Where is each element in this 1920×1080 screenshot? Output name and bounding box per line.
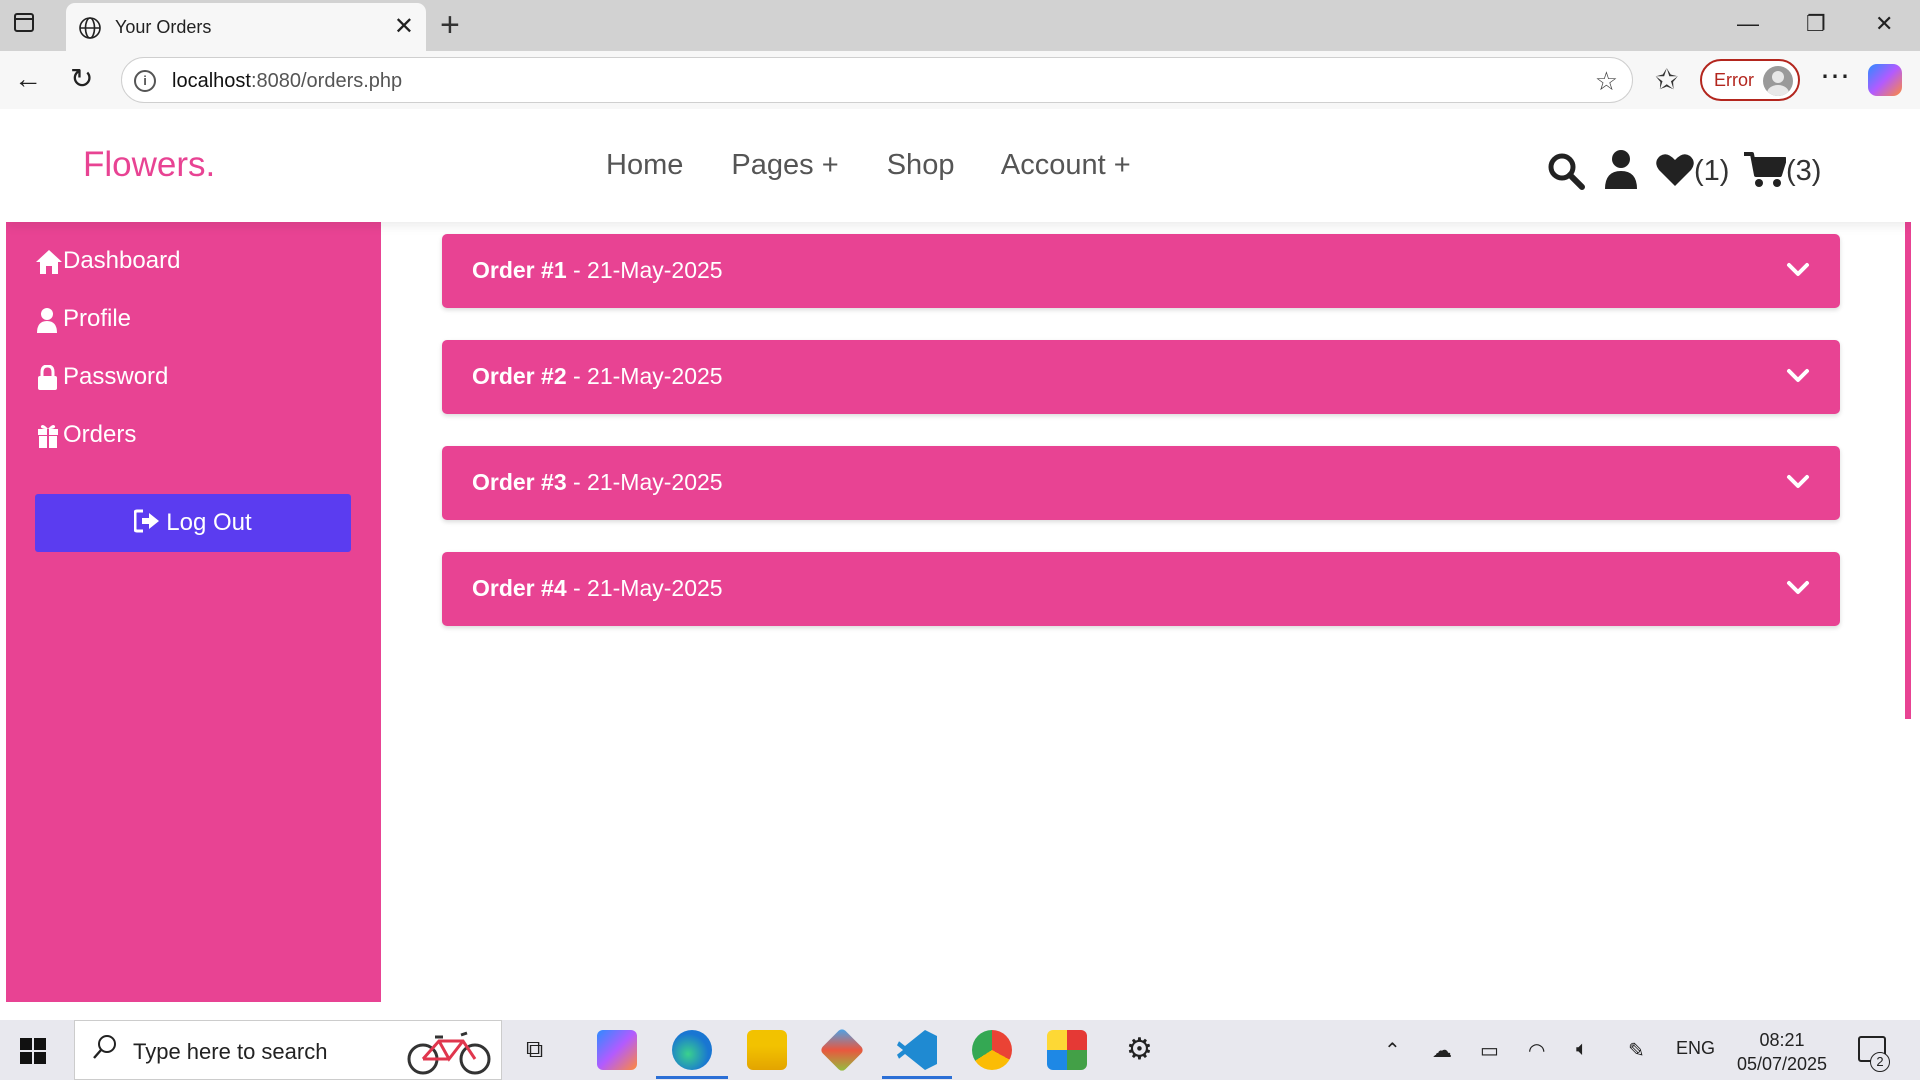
file-explorer-icon[interactable] xyxy=(747,1030,787,1070)
main-nav: Home Pages + Shop Account + xyxy=(606,149,1171,182)
gift-icon xyxy=(38,424,58,448)
nav-home[interactable]: Home xyxy=(606,149,683,181)
chevron-up-icon[interactable]: ⌃ xyxy=(1384,1038,1401,1063)
winrar-icon[interactable] xyxy=(1047,1030,1087,1070)
sidebar-item-label: Profile xyxy=(63,305,132,332)
chevron-down-icon xyxy=(1787,263,1809,276)
orders-list: Order #1 - 21-May-2025 Order #2 - 21-May… xyxy=(442,234,1840,658)
site-logo[interactable]: Flowers. xyxy=(83,145,215,185)
logout-label: Log Out xyxy=(166,509,252,536)
page-viewport: Flowers. Home Pages + Shop Account + (1) xyxy=(6,109,1911,1013)
favorites-icon[interactable]: ✩ xyxy=(1655,63,1678,96)
active-tab[interactable]: Your Orders ✕ xyxy=(66,3,426,51)
back-icon[interactable]: ← xyxy=(14,65,42,93)
browser-tab-bar: Your Orders ✕ + — ❐ ✕ xyxy=(0,0,1920,51)
order-title: Order #4 - 21-May-2025 xyxy=(472,575,723,601)
nav-shop[interactable]: Shop xyxy=(887,149,955,181)
clock-time: 08:21 xyxy=(1759,1030,1805,1050)
chevron-down-icon xyxy=(1787,581,1809,594)
reload-icon[interactable]: ↻ xyxy=(70,65,93,93)
wifi-icon[interactable]: ◠ xyxy=(1528,1038,1545,1063)
order-accordion-3[interactable]: Order #3 - 21-May-2025 xyxy=(442,446,1840,520)
sidebar-item-label: Orders xyxy=(63,421,137,448)
browser-toolbar: ← ↻ i localhost:8080/orders.php ☆ ✩ Erro… xyxy=(0,51,1920,109)
search-icon xyxy=(93,1035,116,1059)
sidebar-item-dashboard[interactable]: Dashboard xyxy=(35,247,180,275)
order-accordion-2[interactable]: Order #2 - 21-May-2025 xyxy=(442,340,1840,414)
nav-pages[interactable]: Pages + xyxy=(731,149,838,181)
site-header: Flowers. Home Pages + Shop Account + (1) xyxy=(6,109,1911,222)
cart-icon[interactable] xyxy=(1744,151,1786,189)
taskbar: Type here to search ⧉ ⚙ ⌃ ☁ ▭ ◠ 🔈︎ ✎ ENG… xyxy=(0,1020,1920,1080)
cloud-icon[interactable]: ☁ xyxy=(1432,1038,1452,1063)
gear-icon[interactable]: ⚙ xyxy=(1126,1032,1153,1067)
sidebar-item-password[interactable]: Password xyxy=(35,363,168,391)
user-icon xyxy=(37,307,57,333)
bicycle-icon xyxy=(407,1031,491,1075)
profile-status: Error xyxy=(1714,70,1754,90)
tab-actions-icon[interactable] xyxy=(14,13,34,32)
vscode-icon[interactable] xyxy=(897,1030,937,1070)
chevron-down-icon xyxy=(1787,475,1809,488)
clock-date: 05/07/2025 xyxy=(1736,1054,1828,1074)
sidebar-item-orders[interactable]: Orders xyxy=(35,421,136,449)
account-sidebar: Dashboard Profile Password Orders Log Ou… xyxy=(6,222,381,1002)
logout-button[interactable]: Log Out xyxy=(35,494,351,552)
notification-badge: 2 xyxy=(1870,1052,1890,1072)
globe-icon xyxy=(79,17,101,39)
pen-icon[interactable]: ✎ xyxy=(1628,1038,1645,1063)
order-title: Order #2 - 21-May-2025 xyxy=(472,363,723,389)
chrome-icon[interactable] xyxy=(972,1030,1012,1070)
tab-title: Your Orders xyxy=(115,17,212,37)
active-app-indicator xyxy=(656,1076,728,1079)
chevron-down-icon xyxy=(1787,369,1809,382)
site-info-icon[interactable]: i xyxy=(134,70,156,92)
restore-icon[interactable]: ❐ xyxy=(1806,11,1826,37)
nav-account[interactable]: Account + xyxy=(1001,149,1131,181)
search-icon[interactable] xyxy=(1546,151,1586,191)
sign-out-icon xyxy=(133,509,160,533)
order-accordion-1[interactable]: Order #1 - 21-May-2025 xyxy=(442,234,1840,308)
wishlist-count: (1) xyxy=(1694,155,1730,187)
url-text[interactable]: localhost:8080/orders.php xyxy=(172,70,402,93)
more-options-icon[interactable]: ⋯ xyxy=(1820,59,1850,94)
scrollbar-thumb[interactable] xyxy=(1905,181,1911,719)
task-view-icon[interactable]: ⧉ xyxy=(526,1036,543,1064)
cart-count: (3) xyxy=(1786,155,1822,187)
new-tab-icon[interactable]: + xyxy=(440,6,460,45)
battery-icon[interactable]: ▭ xyxy=(1480,1038,1499,1063)
edge-app-icon[interactable] xyxy=(672,1030,712,1070)
lock-icon xyxy=(38,364,57,390)
sidebar-item-profile[interactable]: Profile xyxy=(35,305,131,333)
sidebar-item-label: Dashboard xyxy=(63,247,181,274)
home-icon xyxy=(36,249,62,274)
sidebar-item-label: Password xyxy=(63,363,169,390)
heart-icon[interactable] xyxy=(1656,153,1694,187)
close-window-icon[interactable]: ✕ xyxy=(1875,11,1893,37)
order-accordion-4[interactable]: Order #4 - 21-May-2025 xyxy=(442,552,1840,626)
avatar xyxy=(1763,66,1793,96)
profile-button[interactable]: Error xyxy=(1700,59,1800,101)
order-title: Order #1 - 21-May-2025 xyxy=(472,257,723,283)
copilot-icon[interactable] xyxy=(1868,64,1902,96)
order-title: Order #3 - 21-May-2025 xyxy=(472,469,723,495)
clock[interactable]: 08:21 05/07/2025 xyxy=(1732,1028,1832,1076)
search-placeholder: Type here to search xyxy=(133,1039,328,1064)
active-app-indicator xyxy=(882,1076,952,1079)
minimize-icon[interactable]: — xyxy=(1737,11,1759,37)
user-icon[interactable] xyxy=(1604,149,1638,189)
language-indicator[interactable]: ENG xyxy=(1676,1038,1715,1059)
taskbar-search[interactable]: Type here to search xyxy=(74,1020,502,1080)
address-bar[interactable]: i localhost:8080/orders.php ☆ xyxy=(121,57,1633,103)
volume-icon[interactable]: 🔈︎ xyxy=(1576,1038,1588,1061)
cube-app-icon[interactable] xyxy=(819,1027,865,1073)
copilot-app-icon[interactable] xyxy=(597,1030,637,1070)
windows-start-icon[interactable] xyxy=(20,1038,46,1064)
bookmark-star-icon[interactable]: ☆ xyxy=(1595,66,1618,97)
close-tab-icon[interactable]: ✕ xyxy=(394,12,414,41)
